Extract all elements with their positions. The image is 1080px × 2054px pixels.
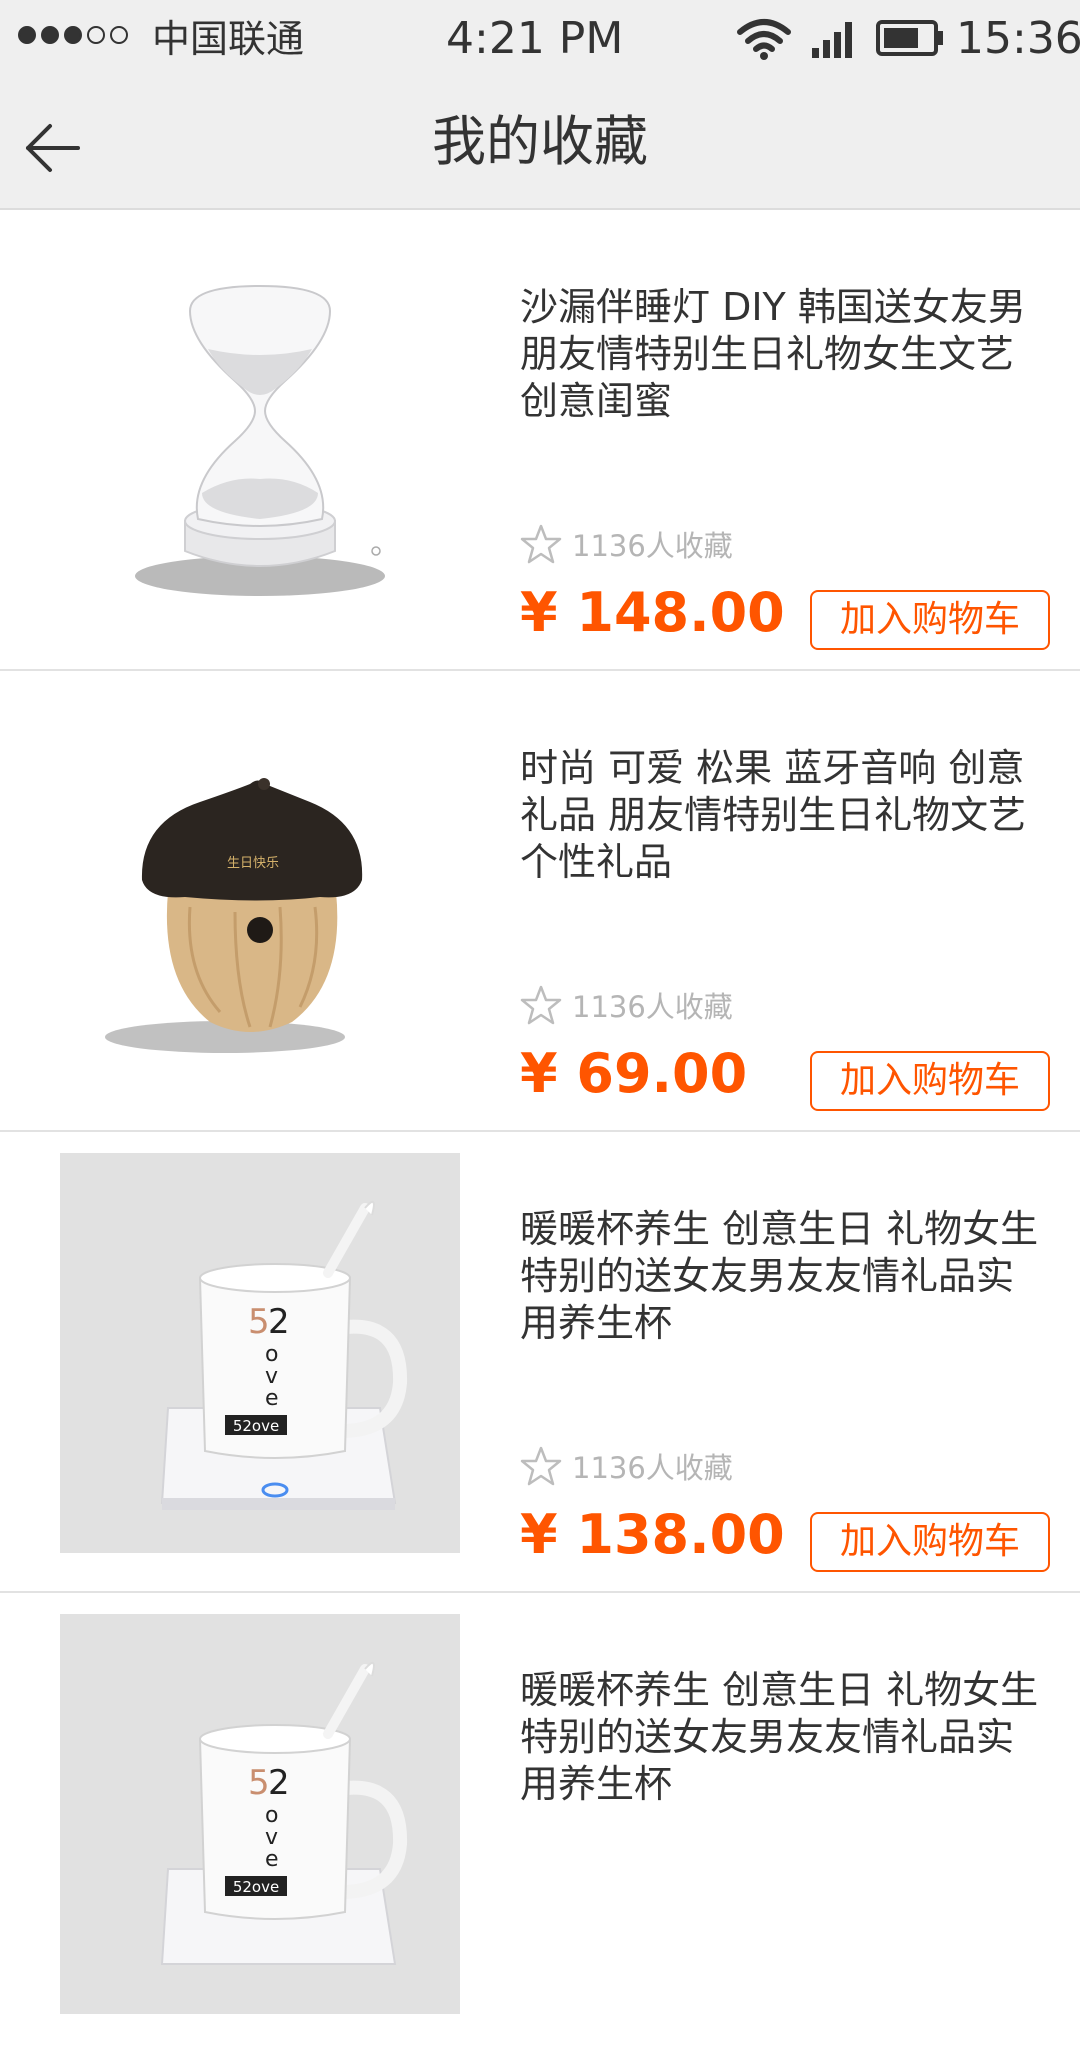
favorite-count: 1136人收藏 [520,522,733,566]
star-icon[interactable] [520,1445,562,1487]
product-name[interactable]: 沙漏伴睡灯 DIY 韩国送女友男朋友情特别生日礼物女生文艺创意闺蜜 [520,284,1042,425]
favorite-count: 1136人收藏 [520,983,733,1027]
favorite-count-label: 1136人收藏 [572,529,733,563]
nav-header: 我的收藏 [0,78,1080,210]
star-icon[interactable] [520,523,562,565]
add-to-cart-button[interactable]: 加入购物车 [810,590,1050,650]
status-time: 4:21 PM [446,13,624,64]
favorite-count-label: 1136人收藏 [572,1451,733,1485]
mug-base-text: 52ove [233,1417,279,1435]
page-title: 我的收藏 [432,110,648,173]
hourglass-lamp-image [135,284,385,596]
add-to-cart-button[interactable]: 加入购物车 [810,1051,1050,1111]
product-item[interactable]: 生日快乐 时尚 可爱 松果 蓝牙音响 创意礼品 朋友情特别生日礼物文艺个性礼品 … [0,671,1080,1132]
carrier-name: 中国联通 [152,17,305,61]
star-icon[interactable] [520,984,562,1026]
favorite-count-label: 1136人收藏 [572,990,733,1024]
signal-strength-icon [18,26,128,44]
product-name[interactable]: 时尚 可爱 松果 蓝牙音响 创意礼品 朋友情特别生日礼物文艺个性礼品 [520,745,1042,886]
clock-time: 15:36 [956,13,1080,64]
add-to-cart-button[interactable]: 加入购物车 [810,1512,1050,1572]
acorn-speaker-text: 生日快乐 [227,856,279,871]
svg-text:2: 2 [268,1302,290,1342]
mug-base-text: 52ove [233,1878,279,1896]
svg-text:5: 5 [248,1302,270,1342]
svg-text:e: e [265,1386,279,1411]
svg-text:e: e [265,1847,279,1872]
favorite-count: 1136人收藏 [520,1444,733,1488]
product-item[interactable]: 沙漏伴睡灯 DIY 韩国送女友男朋友情特别生日礼物女生文艺创意闺蜜 1136人收… [0,210,1080,671]
product-price: ¥ 148.00 [520,581,785,644]
wifi-icon [737,19,791,60]
svg-text:2: 2 [268,1763,290,1803]
svg-text:5: 5 [248,1763,270,1803]
product-name[interactable]: 暖暖杯养生 创意生日 礼物女生特别的送女友男友友情礼品实用养生杯 [520,1667,1042,1808]
status-bar: 中国联通 4:21 PM 15:36 [0,0,1080,78]
product-name[interactable]: 暖暖杯养生 创意生日 礼物女生特别的送女友男友友情礼品实用养生杯 [520,1206,1042,1347]
battery-icon [876,20,943,56]
product-price: ¥ 138.00 [520,1503,785,1566]
cellular-signal-icon [812,22,852,58]
back-arrow-icon[interactable] [22,120,82,176]
acorn-speaker-image: 生日快乐 [105,778,363,1053]
warming-mug-image: 5 2 o v e 52ove [60,1153,460,1553]
product-price: ¥ 69.00 [520,1042,748,1105]
warming-mug-image: 5 2 o v e 52ove [60,1614,460,2014]
product-item[interactable]: 5 2 o v e 52ove 暖暖杯养生 创意生日 礼物女生特别的送女友男友友… [0,1593,1080,2054]
product-item[interactable]: 5 2 o v e 52ove 暖暖杯养生 创意生日 礼物女生特别的送女友男友友… [0,1132,1080,1593]
favorites-list: 沙漏伴睡灯 DIY 韩国送女友男朋友情特别生日礼物女生文艺创意闺蜜 1136人收… [0,210,1080,2054]
